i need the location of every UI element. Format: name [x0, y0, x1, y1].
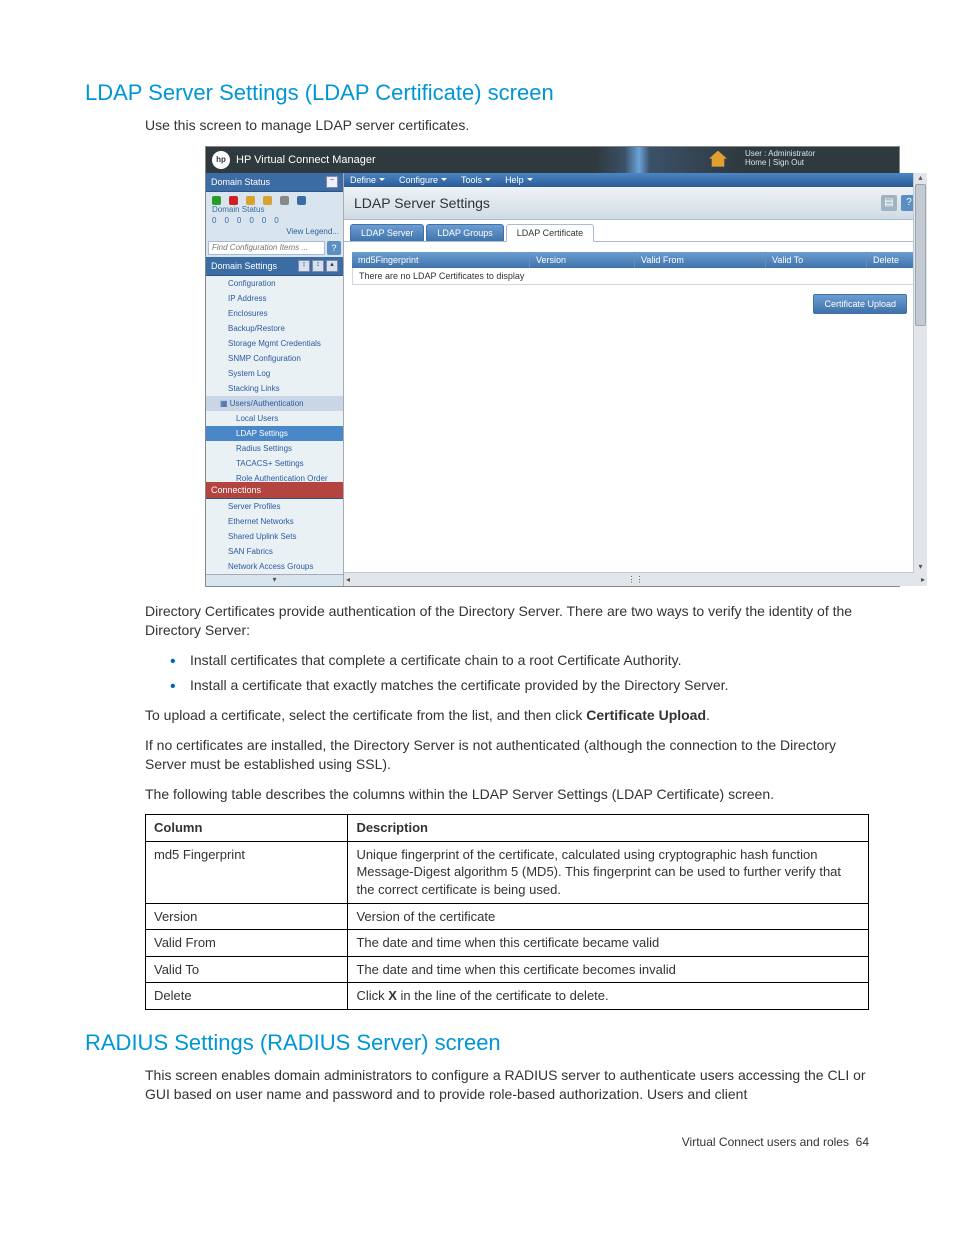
menu-define[interactable]: Define [350, 175, 385, 185]
sidebar-item-server-profiles[interactable]: Server Profiles [206, 499, 343, 514]
heading-radius: RADIUS Settings (RADIUS Server) screen [85, 1030, 869, 1056]
panel-title-connections: Connections [211, 485, 261, 495]
sidebar-item-net-access-groups[interactable]: Network Access Groups [206, 559, 343, 574]
app-title: HP Virtual Connect Manager [236, 147, 382, 173]
sidebar-section-users-auth[interactable]: ▦ Users/Authentication [206, 396, 343, 411]
scroll-up-icon[interactable]: ▴ [914, 173, 927, 184]
vertical-scrollbar[interactable]: ▴ ▾ [913, 173, 927, 573]
scroll-left-icon[interactable]: ◂ [346, 575, 350, 584]
tab-ldap-certificate[interactable]: LDAP Certificate [506, 224, 594, 242]
collapse-icon[interactable]: − [326, 176, 338, 188]
scroll-grip-icon: ⋮⋮ [628, 575, 644, 584]
col-valid-from: Valid From [635, 252, 766, 268]
hp-logo-icon: hp [212, 151, 230, 169]
search-help-icon[interactable]: ? [327, 241, 341, 255]
domain-status-label: Domain Status [212, 205, 264, 214]
page-footer: Virtual Connect users and roles 64 [85, 1135, 869, 1149]
menu-help[interactable]: Help [505, 175, 533, 185]
sidebar-item-ip-address[interactable]: IP Address [206, 291, 343, 306]
sidebar-item-ldap-settings[interactable]: LDAP Settings [206, 426, 343, 441]
col-delete: Delete [867, 252, 919, 268]
col-version: Version [530, 252, 635, 268]
sidebar-item-local-users[interactable]: Local Users [206, 411, 343, 426]
sidebar-item-tacacs[interactable]: TACACS+ Settings [206, 456, 343, 471]
sidebar-item-backup[interactable]: Backup/Restore [206, 321, 343, 336]
view-legend-link[interactable]: View Legend... [206, 227, 343, 239]
cert-table-header: md5Fingerprint Version Valid From Valid … [352, 252, 919, 268]
paragraph-table-intro: The following table describes the column… [145, 785, 869, 805]
sidebar: Domain Status − Domain [206, 173, 344, 586]
paragraph-directory-certs: Directory Certificates provide authentic… [145, 602, 869, 641]
status-info-icon [297, 196, 306, 205]
signout-link[interactable]: Sign Out [773, 158, 804, 167]
collapse-all-icon[interactable]: ↕ [312, 260, 324, 272]
print-icon[interactable]: ▤ [881, 195, 897, 211]
menu-configure[interactable]: Configure [399, 175, 447, 185]
sidebar-item-radius-settings[interactable]: Radius Settings [206, 441, 343, 456]
columns-table: Column Description md5 Fingerprint Uniqu… [145, 814, 869, 1009]
page-title: LDAP Server Settings [354, 195, 490, 211]
table-row: Delete Click X in the line of the certif… [146, 983, 869, 1010]
sidebar-item-enclosures[interactable]: Enclosures [206, 306, 343, 321]
sidebar-item-shared-uplink[interactable]: Shared Uplink Sets [206, 529, 343, 544]
home-link[interactable]: Home [745, 158, 766, 167]
status-unknown-icon [280, 196, 289, 205]
paragraph-no-certs: If no certificates are installed, the Di… [145, 736, 869, 775]
certificate-upload-button[interactable]: Certificate Upload [813, 294, 907, 314]
scroll-right-icon[interactable]: ▸ [921, 575, 925, 584]
status-ok-icon [212, 196, 221, 205]
col-valid-to: Valid To [766, 252, 867, 268]
status-warn2-icon [263, 196, 272, 205]
horizontal-scrollbar[interactable]: ◂ ⋮⋮ ▸ [344, 572, 927, 586]
search-input[interactable] [208, 241, 325, 255]
sidebar-scroll-down-icon[interactable]: ▾ [206, 574, 343, 586]
scroll-thumb[interactable] [915, 184, 926, 326]
table-row: Valid From The date and time when this c… [146, 930, 869, 957]
panel-title-domain-settings: Domain Settings [211, 261, 277, 271]
expand-all-icon[interactable]: ↕ [298, 260, 310, 272]
sidebar-item-role-order[interactable]: Role Authentication Order [206, 471, 343, 482]
sidebar-item-stacking[interactable]: Stacking Links [206, 381, 343, 396]
main-panel: Define Configure Tools Help LDAP Server … [344, 173, 927, 586]
sidebar-item-configuration[interactable]: Configuration [206, 276, 343, 291]
th-description: Description [348, 815, 869, 842]
tab-ldap-server[interactable]: LDAP Server [350, 224, 424, 242]
table-row: md5 Fingerprint Unique fingerprint of th… [146, 841, 869, 903]
sidebar-item-syslog[interactable]: System Log [206, 366, 343, 381]
heading-ldap-cert: LDAP Server Settings (LDAP Certificate) … [85, 80, 869, 106]
scroll-down-icon[interactable]: ▾ [914, 562, 927, 573]
panel-title-domain-status: Domain Status [211, 177, 270, 187]
user-line: User : Administrator [745, 149, 893, 159]
bullet-exact-match: Install a certificate that exactly match… [170, 676, 869, 696]
table-row: Valid To The date and time when this cer… [146, 956, 869, 983]
col-md5: md5Fingerprint [352, 252, 530, 268]
bullet-chain: Install certificates that complete a cer… [170, 651, 869, 671]
th-column: Column [146, 815, 348, 842]
sidebar-item-eth-networks[interactable]: Ethernet Networks [206, 514, 343, 529]
sidebar-item-storage-creds[interactable]: Storage Mgmt Credentials [206, 336, 343, 351]
intro-paragraph: Use this screen to manage LDAP server ce… [145, 116, 869, 136]
cert-empty-message: There are no LDAP Certificates to displa… [352, 268, 919, 285]
screenshot-hpvcm: hp HP Virtual Connect Manager User : Adm… [205, 146, 900, 587]
status-error-icon [229, 196, 238, 205]
sidebar-item-san-fabrics[interactable]: SAN Fabrics [206, 544, 343, 559]
paragraph-upload: To upload a certificate, select the cert… [145, 706, 869, 726]
scroll-up-icon[interactable]: ▴ [326, 260, 338, 272]
table-row: Version Version of the certificate [146, 903, 869, 930]
status-warn-icon [246, 196, 255, 205]
tab-ldap-groups[interactable]: LDAP Groups [426, 224, 503, 242]
menu-tools[interactable]: Tools [461, 175, 491, 185]
paragraph-radius-intro: This screen enables domain administrator… [145, 1066, 869, 1105]
sidebar-item-snmp[interactable]: SNMP Configuration [206, 351, 343, 366]
home-icon[interactable] [709, 151, 727, 167]
